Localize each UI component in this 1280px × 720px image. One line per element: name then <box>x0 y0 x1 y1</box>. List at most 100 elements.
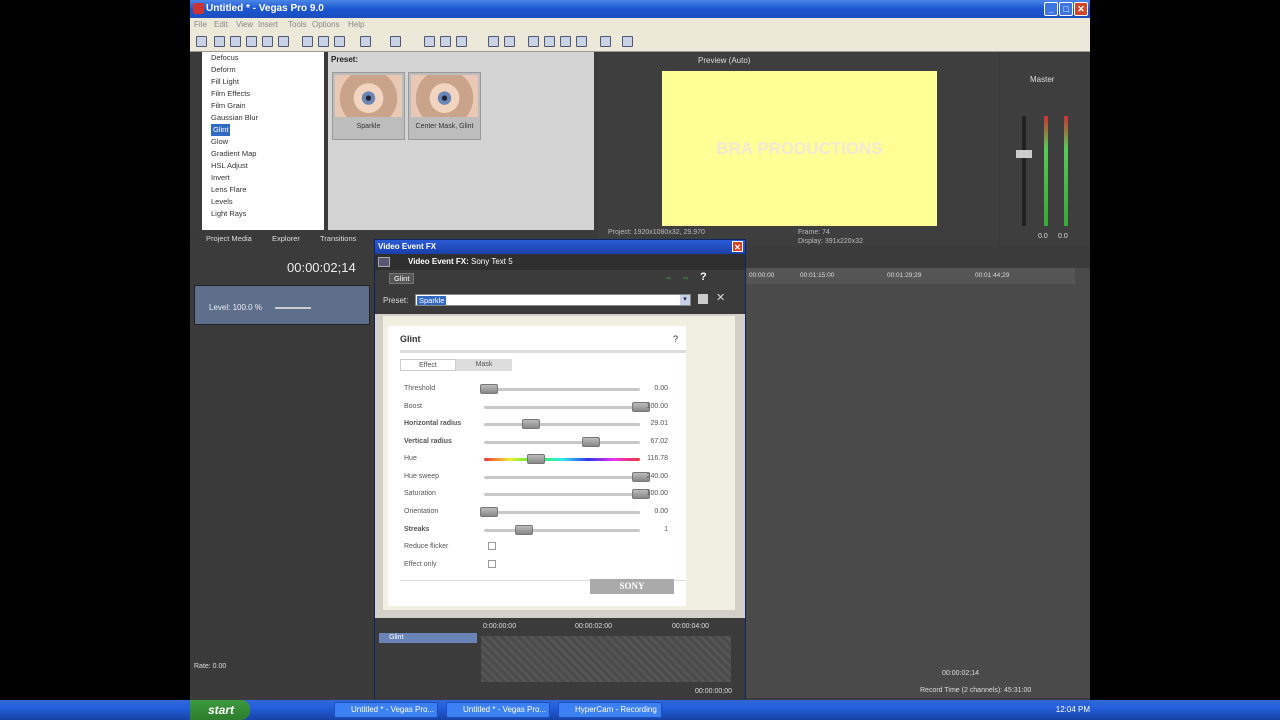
fx-item[interactable]: Fill Light <box>202 76 324 88</box>
fx-item[interactable]: Invert <box>202 172 324 184</box>
reduce-flicker-checkbox[interactable] <box>488 542 496 550</box>
maximize-button[interactable]: □ <box>1059 2 1073 16</box>
tab-project-media[interactable]: Project Media <box>206 234 252 243</box>
help-icon[interactable]: ? <box>700 271 707 283</box>
delete-preset-icon[interactable]: ✕ <box>716 291 725 304</box>
selection-icon[interactable] <box>456 36 467 47</box>
param-value[interactable]: 116.78 <box>647 455 668 462</box>
fx-item[interactable]: Film Grain <box>202 100 324 112</box>
menu-insert[interactable]: Insert <box>258 20 278 29</box>
help-icon[interactable] <box>622 36 633 47</box>
menu-tools[interactable]: Tools <box>288 20 307 29</box>
new-icon[interactable] <box>196 36 207 47</box>
normal-edit-icon[interactable] <box>424 36 435 47</box>
tab-mask[interactable]: Mask <box>456 359 512 371</box>
cut-icon[interactable] <box>302 36 313 47</box>
fx-item[interactable]: Defocus <box>202 52 324 64</box>
timeline-ruler[interactable]: 00:00:00 00:01:15:00 00:01:29;29 00:01:4… <box>745 268 1075 284</box>
param-value[interactable]: 240.00 <box>647 473 668 480</box>
dialog-close-button[interactable]: ✕ <box>732 241 743 252</box>
menu-edit[interactable]: Edit <box>214 20 228 29</box>
plugin-help-icon[interactable]: ? <box>673 334 678 344</box>
slider-handle[interactable] <box>527 454 545 464</box>
slider-track[interactable] <box>484 388 640 391</box>
fx-item[interactable]: Film Effects <box>202 88 324 100</box>
ripple-icon[interactable] <box>560 36 571 47</box>
param-value[interactable]: 100.00 <box>647 403 668 410</box>
start-button[interactable]: start <box>190 700 250 720</box>
fx-item[interactable]: Glow <box>202 136 324 148</box>
preset-dropdown[interactable]: Sparkle ▾ <box>415 294 691 306</box>
lock-envelopes-icon[interactable] <box>528 36 539 47</box>
tab-transitions[interactable]: Transitions <box>320 234 356 243</box>
undo-icon[interactable] <box>360 36 371 47</box>
fx-item-selected[interactable]: Glint <box>202 124 324 136</box>
slider-track[interactable] <box>484 476 640 479</box>
effect-only-checkbox[interactable] <box>488 560 496 568</box>
hue-slider-track[interactable] <box>484 458 640 461</box>
properties-icon[interactable] <box>278 36 289 47</box>
keyframe-lane[interactable] <box>481 636 731 682</box>
master-fader-handle[interactable] <box>1016 150 1032 158</box>
fx-item[interactable]: Deform <box>202 64 324 76</box>
fx-item[interactable]: Levels <box>202 196 324 208</box>
param-value[interactable]: 29.01 <box>650 420 668 427</box>
slider-track[interactable] <box>484 423 640 426</box>
save-as-icon[interactable] <box>246 36 257 47</box>
close-button[interactable]: ✕ <box>1074 2 1088 16</box>
save-preset-icon[interactable] <box>698 294 708 304</box>
param-value[interactable]: 1 <box>664 526 668 533</box>
preview-mode-dropdown[interactable]: Preview (Auto) <box>698 56 750 65</box>
menu-view[interactable]: View <box>236 20 253 29</box>
param-value[interactable]: 100.00 <box>647 490 668 497</box>
open-icon[interactable] <box>214 36 225 47</box>
slider-handle[interactable] <box>582 437 600 447</box>
slider-handle[interactable] <box>480 384 498 394</box>
whats-this-icon[interactable] <box>600 36 611 47</box>
zoom-icon[interactable] <box>576 36 587 47</box>
param-value[interactable]: 0.00 <box>654 385 668 392</box>
task-hypercam[interactable]: HyperCam - Recording <box>558 702 662 718</box>
slider-track[interactable] <box>484 511 640 514</box>
fx-item[interactable]: HSL Adjust <box>202 160 324 172</box>
preset-thumb-sparkle[interactable]: Sparkle <box>332 72 405 140</box>
render-icon[interactable] <box>262 36 273 47</box>
fx-item[interactable]: Gradient Map <box>202 148 324 160</box>
save-icon[interactable] <box>230 36 241 47</box>
preset-thumb-center-mask[interactable]: Center Mask, Glint <box>408 72 481 140</box>
snapping-icon[interactable] <box>488 36 499 47</box>
tab-explorer[interactable]: Explorer <box>272 234 300 243</box>
video-track-header[interactable]: Level: 100.0 % <box>194 285 370 325</box>
param-value[interactable]: 67.02 <box>650 438 668 445</box>
slider-handle[interactable] <box>515 525 533 535</box>
ignore-grouping-icon[interactable] <box>544 36 555 47</box>
menu-file[interactable]: File <box>194 20 207 29</box>
menu-help[interactable]: Help <box>348 20 364 29</box>
copy-icon[interactable] <box>318 36 329 47</box>
redo-icon[interactable] <box>390 36 401 47</box>
slider-handle[interactable] <box>480 507 498 517</box>
keyframe-track-glint[interactable]: Glint <box>379 633 477 643</box>
paste-icon[interactable] <box>334 36 345 47</box>
fx-item[interactable]: Light Rays <box>202 208 324 220</box>
minimize-button[interactable]: _ <box>1044 2 1058 16</box>
slider-track[interactable] <box>484 441 640 444</box>
menu-options[interactable]: Options <box>312 20 340 29</box>
auto-crossfade-icon[interactable] <box>504 36 515 47</box>
slider-track[interactable] <box>484 493 640 496</box>
timeline-area[interactable]: 00:00:02;14 Record Time (2 channels): 45… <box>745 268 1090 698</box>
slider-track[interactable] <box>484 529 640 532</box>
param-value[interactable]: 0.00 <box>654 508 668 515</box>
task-vegas-1[interactable]: Untitled * - Vegas Pro... <box>334 702 438 718</box>
level-slider[interactable] <box>275 307 311 309</box>
chevron-down-icon[interactable]: ▾ <box>680 295 690 305</box>
fx-item[interactable]: Gaussian Blur <box>202 112 324 124</box>
chain-plugin-glint[interactable]: Glint <box>389 273 415 284</box>
slider-handle[interactable] <box>522 419 540 429</box>
tab-effect[interactable]: Effect <box>400 359 456 371</box>
remove-plugin-icon[interactable]: ⇔ <box>682 273 690 282</box>
envelope-icon[interactable] <box>440 36 451 47</box>
plugin-chain-icon[interactable]: ⇔ <box>665 273 673 282</box>
slider-track[interactable] <box>484 406 640 409</box>
fx-item[interactable]: Lens Flare <box>202 184 324 196</box>
